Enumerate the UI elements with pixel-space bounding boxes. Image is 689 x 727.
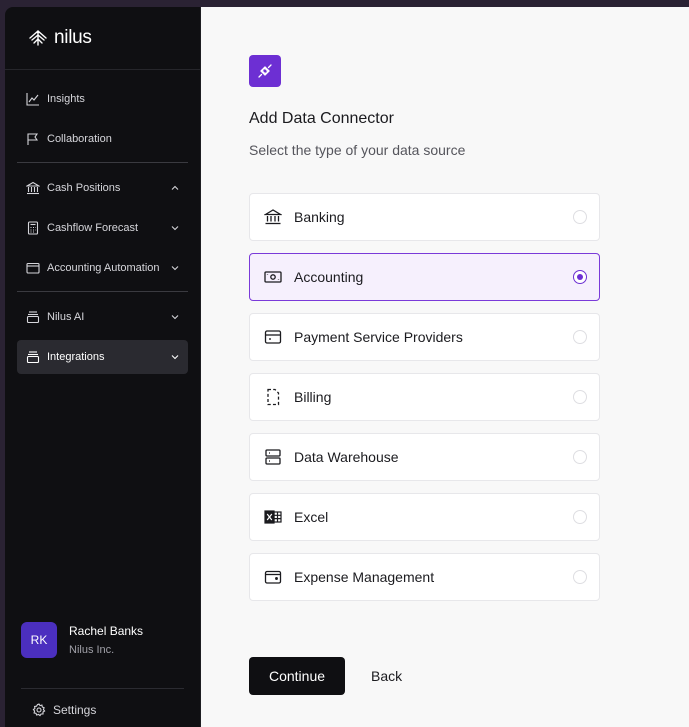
radio-button[interactable] [573,390,587,404]
flag-icon [25,132,40,147]
avatar: RK [21,622,57,658]
radio-button[interactable] [573,570,587,584]
sidebar-divider [21,688,184,689]
stack-icon [25,350,40,365]
sidebar-item-label: Cashflow Forecast [47,222,139,234]
back-button[interactable]: Back [371,657,402,695]
banknote-icon [263,267,283,287]
sidebar-item-label: Integrations [47,351,105,363]
sidebar-divider [17,162,188,163]
option-payment-service-providers[interactable]: Payment Service Providers [249,313,600,361]
sidebar-item-cash-positions[interactable]: Cash Positions [17,171,188,205]
server-icon [263,447,283,467]
user-profile[interactable]: RK Rachel Banks Nilus Inc. [21,622,143,658]
page-title: Add Data Connector [249,110,394,127]
radio-button[interactable] [573,330,587,344]
brand-logo[interactable]: nilus [5,7,200,70]
connector-type-list: Banking Accounting Payment Service Provi… [249,193,600,613]
stack-icon [25,310,40,325]
radio-button[interactable] [573,210,587,224]
sidebar-nav: Insights Collaboration Cash Positions Ca… [5,70,200,374]
wallet-card-icon [263,327,283,347]
excel-icon [263,507,283,527]
gear-icon [32,703,46,717]
dashed-document-icon [263,387,283,407]
user-org: Nilus Inc. [69,644,115,656]
page-subtitle: Select the type of your data source [249,142,466,158]
option-label: Data Warehouse [294,449,399,465]
radio-button[interactable] [573,450,587,464]
app-window: nilus Insights Collaboration Cash Positi… [5,7,689,727]
sidebar-item-label: Cash Positions [47,182,121,194]
radio-button[interactable] [573,510,587,524]
sidebar-item-nilus-ai[interactable]: Nilus AI [17,300,188,334]
option-label: Accounting [294,269,364,285]
sidebar-item-accounting-automation[interactable]: Accounting Automation [17,251,188,285]
settings-label: Settings [53,703,97,717]
option-label: Banking [294,209,345,225]
bank-icon [263,207,283,227]
sidebar-item-cashflow-forecast[interactable]: Cashflow Forecast [17,211,188,245]
sidebar-item-collaboration[interactable]: Collaboration [17,122,188,156]
sidebar-item-insights[interactable]: Insights [17,82,188,116]
wallet-icon [263,567,283,587]
user-info: Rachel Banks Nilus Inc. [69,624,143,656]
sidebar-divider [17,291,188,292]
option-excel[interactable]: Excel [249,493,600,541]
sidebar-item-label: Accounting Automation [47,262,160,274]
option-expense-management[interactable]: Expense Management [249,553,600,601]
option-label: Expense Management [294,569,435,585]
user-name: Rachel Banks [69,624,144,638]
main-panel: Add Data Connector Select the type of yo… [201,7,689,727]
brand-name: nilus [54,27,92,48]
chevron-down-icon [170,223,180,233]
sidebar: nilus Insights Collaboration Cash Positi… [5,7,201,727]
option-label: Payment Service Providers [294,329,463,345]
plug-icon [249,55,281,87]
calculator-icon [25,221,40,236]
sidebar-item-label: Insights [47,93,85,105]
bank-icon [25,181,40,196]
chevron-up-icon [170,183,180,193]
option-billing[interactable]: Billing [249,373,600,421]
chart-line-icon [25,92,40,107]
continue-button[interactable]: Continue [249,657,345,695]
nilus-logo-icon [29,30,47,46]
chevron-down-icon [170,352,180,362]
folder-icon [25,261,40,276]
chevron-down-icon [170,312,180,322]
option-data-warehouse[interactable]: Data Warehouse [249,433,600,481]
sidebar-item-label: Collaboration [47,133,112,145]
option-accounting[interactable]: Accounting [249,253,600,301]
option-banking[interactable]: Banking [249,193,600,241]
option-label: Billing [294,389,332,405]
sidebar-item-integrations[interactable]: Integrations [17,340,188,374]
chevron-down-icon [170,263,180,273]
settings-link[interactable]: Settings [32,703,96,717]
sidebar-item-label: Nilus AI [47,311,85,323]
option-label: Excel [294,509,329,525]
radio-button-selected[interactable] [573,270,587,284]
